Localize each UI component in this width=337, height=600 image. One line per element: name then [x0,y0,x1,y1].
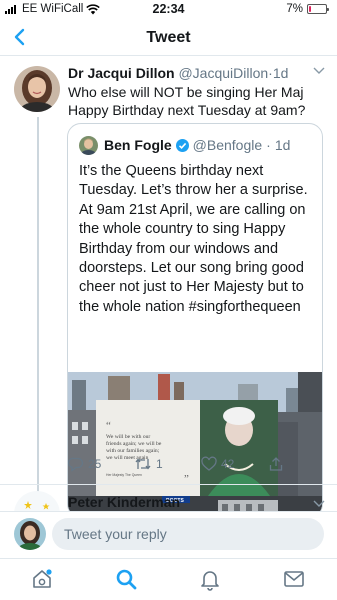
battery-icon [307,4,329,14]
share-icon [269,457,283,471]
nav-bar: Tweet [0,20,337,56]
thread-line [37,117,39,529]
tab-bar [0,558,337,600]
quoted-text-line: doorsteps. Let our song bring good [79,260,304,277]
status-bar: EE WiFiCall 22:34 7% [0,0,337,20]
page-title: Tweet [146,29,191,46]
search-icon[interactable] [114,567,138,591]
svg-text:“: “ [106,420,111,432]
quoted-text-line: Tuesday. Let’s throw her a surprise. [79,182,308,199]
reply-icon [68,457,84,472]
home-icon[interactable] [30,567,54,591]
tweet-actions: 25 1 42 [68,456,318,476]
retweet-icon [135,458,151,470]
divider [0,484,337,485]
like-button[interactable]: 42 [201,456,234,472]
quoted-author-name: Ben Fogle [104,137,172,153]
heart-icon [201,456,217,471]
tweet-text-line: Who else will NOT be singing Her Maj [68,84,304,100]
battery-level [309,6,311,12]
quoted-header: Ben Fogle @Benfogle · 1d [104,137,290,153]
reply-count: 25 [88,457,102,471]
quoted-text-line: the whole country to sing Happy [79,221,286,238]
quoted-avatar [79,136,98,155]
quoted-text-line: Birthday from our windows and [79,240,279,257]
next-tweet-author[interactable]: Peter Kinderman [68,494,180,510]
quoted-text-line: It’s the Queens birthday next [79,163,264,179]
notifications-icon[interactable] [198,567,222,591]
chevron-down-icon[interactable] [313,67,325,75]
reply-bar: Tweet your reply [0,511,337,558]
quoted-text-line: cheer not just to Her Majesty but to [79,279,304,296]
billboard-quote: with our families again; [106,447,160,454]
quoted-author-handle: @Benfogle [192,137,263,153]
quoted-age: 1d [274,137,291,153]
quoted-text-line: At 9am 21st April, we are calling on [79,201,306,218]
reply-button[interactable]: 25 [68,456,101,472]
tweet-text: Who else will NOT be singing Her Maj Hap… [68,83,328,119]
my-avatar[interactable] [14,518,46,550]
billboard-quote: friends again; we will be [106,440,162,447]
tweet-header: Dr Jacqui Dillon @JacquiDillon·1d [68,65,288,81]
verified-icon [175,138,189,152]
time-separator: · [266,137,271,153]
reply-input[interactable]: Tweet your reply [52,518,324,550]
share-button[interactable] [268,456,284,472]
like-count: 42 [221,457,235,471]
battery-percent: 7% [286,3,303,15]
tweet-age: 1d [272,65,289,81]
messages-icon[interactable] [282,567,306,591]
retweet-button[interactable]: 1 [134,456,163,472]
tweet-text-line: Happy Birthday next Tuesday at 9am? [68,102,306,118]
quoted-text-line[interactable]: the whole nation #singforthequeen [79,298,319,317]
billboard-quote: We will be with our [106,434,150,440]
retweet-count: 1 [156,457,163,471]
author-handle[interactable]: @JacquiDillon [178,65,268,81]
chevron-down-icon[interactable] [313,500,325,508]
quoted-text: It’s the Queens birthday next Tuesday. L… [79,162,319,317]
avatar[interactable] [14,66,60,112]
battery-info: 7% [286,3,329,15]
author-name[interactable]: Dr Jacqui Dillon [68,65,175,81]
